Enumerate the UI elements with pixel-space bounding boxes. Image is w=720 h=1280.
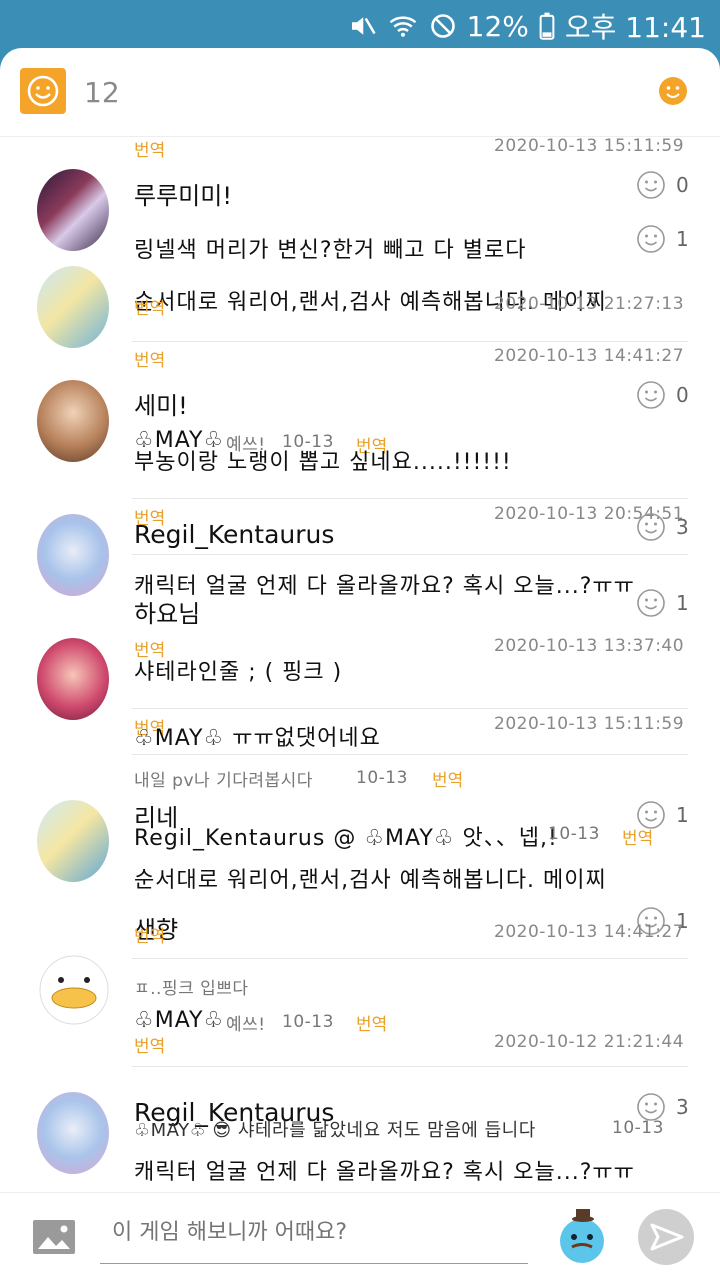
translate-link[interactable]: 번역: [356, 1010, 387, 1035]
send-icon: [650, 1223, 684, 1251]
battery-percent: 12%: [466, 9, 529, 43]
comment-text: 샤테라인줄 ; ( 핑크 ): [134, 660, 343, 685]
avatar[interactable]: [37, 380, 109, 462]
smiley-icon[interactable]: [658, 76, 688, 106]
comment-text: ♧MAY♧ ㅠㅠ없댓어네요: [134, 726, 381, 751]
smiley-outline-icon: [637, 381, 665, 409]
comment-time: 2020-10-13 15:11:59: [494, 714, 685, 734]
like-button[interactable]: 0: [636, 170, 689, 200]
divider: [132, 341, 688, 342]
translate-link[interactable]: 번역: [134, 1032, 165, 1057]
reply-text: Regil_Kentaurus @ ♧MAY♧ 앗、、넵,!: [134, 826, 558, 851]
reply-text: 예쓰!: [226, 1015, 266, 1035]
comment-text: 내일 pv나 기다려봅시다: [134, 771, 313, 791]
smiley-outline-icon: [637, 171, 665, 199]
comment-time: 2020-10-13 15:11:59: [494, 136, 685, 156]
avatar[interactable]: [37, 948, 111, 1026]
send-button[interactable]: [638, 1209, 694, 1265]
comment-sheet: 12 번역 2020-10-13 15:11:59 루루미미! 0 링넬색 머리…: [0, 48, 720, 1280]
comment-text: 캐릭터 얼굴 언제 다 올라올까요? 혹시 오늘...?ㅠㅠ: [134, 574, 635, 599]
author-name[interactable]: 세미!: [134, 386, 188, 421]
smiley-outline-icon: [637, 513, 665, 541]
avatar[interactable]: [37, 1092, 109, 1174]
divider: [132, 708, 688, 709]
comment-text: ㅍ..핑크 입쁘다: [134, 979, 249, 999]
like-button[interactable]: 0: [636, 380, 689, 410]
like-count: 0: [676, 383, 689, 407]
comment-time: 2020-10-13 14:41:27: [494, 922, 685, 942]
reply-date: 10-13: [282, 1012, 334, 1032]
translate-link[interactable]: 번역: [622, 824, 653, 849]
translate-link[interactable]: 번역: [134, 294, 165, 319]
comment-input[interactable]: [110, 1219, 524, 1246]
like-button[interactable]: 1: [636, 588, 689, 618]
comment-time: 2020-10-13 21:27:13: [494, 294, 685, 314]
comment-text: 부농이랑 노랭이 뽑고 싶네요.....!!!!!!: [134, 450, 512, 475]
translate-link[interactable]: 번역: [134, 346, 165, 371]
comment-date: 10-13: [356, 768, 408, 788]
battery-icon: [539, 12, 555, 40]
divider: [132, 958, 688, 959]
like-count: 0: [676, 173, 689, 197]
reply-author[interactable]: ♧MAY♧: [134, 1008, 224, 1033]
like-count: 1: [676, 227, 689, 251]
avatar[interactable]: [37, 266, 109, 348]
smiley-outline-icon: [637, 225, 665, 253]
like-count: 1: [676, 591, 689, 615]
comment-list: 번역 2020-10-13 15:11:59 루루미미! 0 링넬색 머리가 변…: [0, 136, 720, 1196]
author-name[interactable]: Regil_Kentaurus: [134, 520, 334, 549]
sticker-icon[interactable]: [550, 1203, 614, 1267]
author-name[interactable]: 루루미미!: [134, 176, 232, 211]
avatar[interactable]: [37, 514, 109, 596]
comment-time: 2020-10-13 14:41:27: [494, 346, 685, 366]
comment-count: 12: [84, 76, 120, 109]
reply-date: 10-13: [612, 1118, 664, 1138]
reply-date: 10-13: [548, 824, 600, 844]
comment-text: 링넬색 머리가 변신?한거 빼고 다 별로다: [134, 238, 527, 263]
divider: [132, 498, 688, 499]
comment-header: 12: [0, 48, 720, 137]
avatar[interactable]: [37, 638, 109, 720]
like-button[interactable]: 3: [636, 512, 689, 542]
wifi-icon: [387, 11, 419, 41]
divider: [132, 754, 688, 755]
input-underline: [100, 1263, 528, 1264]
like-button[interactable]: 1: [636, 224, 689, 254]
duck-avatar-icon: [39, 955, 109, 1025]
comment-time: 2020-10-13 13:37:40: [494, 636, 685, 656]
translate-link[interactable]: 번역: [134, 922, 165, 947]
reply-text: ♧MAY♧ 😎 샤테라를 닮았네요 저도 맘음에 듭니다: [134, 1120, 536, 1141]
divider: [132, 1066, 688, 1067]
comment-input-bar: [0, 1192, 720, 1280]
translate-link[interactable]: 번역: [134, 136, 165, 161]
mute-icon: [347, 11, 377, 41]
clock: 오후 11:41: [564, 11, 706, 44]
comment-text: 캐릭터 얼굴 언제 다 올라올까요? 혹시 오늘...?ㅠㅠ: [134, 1160, 635, 1185]
avatar[interactable]: [37, 169, 109, 251]
like-count: 1: [676, 803, 689, 827]
comment-count-icon: [20, 68, 66, 114]
smiley-outline-icon: [637, 589, 665, 617]
image-icon[interactable]: [32, 1219, 76, 1255]
comment-text: 순서대로 워리어,랜서,검사 예측해봅니다. 메이찌: [134, 868, 607, 893]
author-name[interactable]: 하요님: [134, 594, 200, 629]
translate-link[interactable]: 번역: [432, 766, 463, 791]
comment-time: 2020-10-12 21:21:44: [494, 1032, 685, 1052]
divider: [132, 554, 688, 555]
avatar[interactable]: [37, 800, 109, 882]
like-count: 3: [676, 515, 689, 539]
like-count: 3: [676, 1095, 689, 1119]
status-bar: 12% 오후 11:41: [0, 0, 720, 48]
block-icon: [429, 12, 457, 40]
